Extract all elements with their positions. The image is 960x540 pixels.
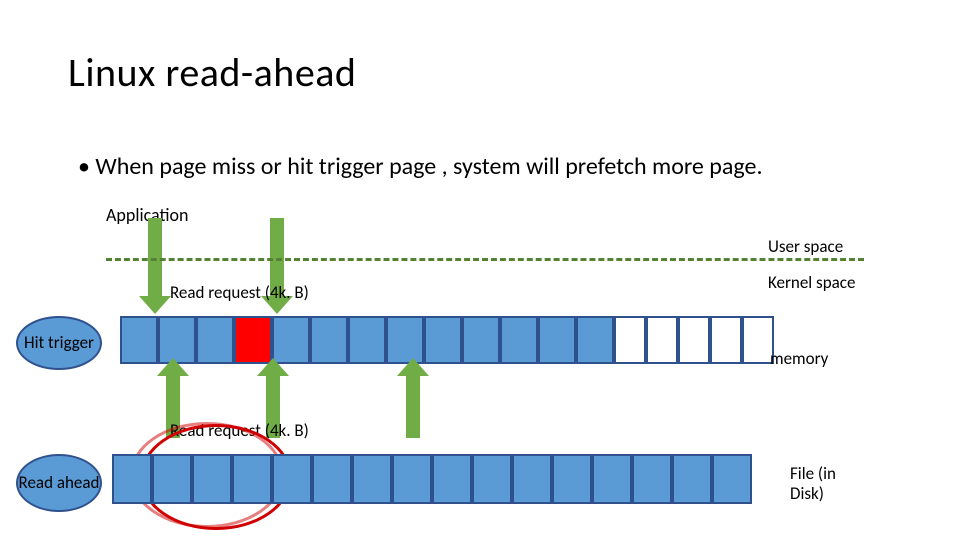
memory-cell bbox=[386, 316, 424, 364]
label-memory: memory bbox=[770, 348, 828, 369]
disk-cell bbox=[392, 454, 432, 504]
disk-cell bbox=[472, 454, 512, 504]
disk-cell bbox=[272, 454, 312, 504]
memory-cell bbox=[462, 316, 500, 364]
memory-cell bbox=[196, 316, 234, 364]
disk-cell bbox=[592, 454, 632, 504]
memory-cell bbox=[310, 316, 348, 364]
disk-cell bbox=[352, 454, 392, 504]
disk-cell bbox=[192, 454, 232, 504]
memory-cell bbox=[424, 316, 462, 364]
disk-cell bbox=[672, 454, 712, 504]
user-kernel-divider bbox=[106, 258, 864, 261]
memory-cell-empty bbox=[646, 316, 678, 364]
memory-cell bbox=[272, 316, 310, 364]
disk-cell bbox=[312, 454, 352, 504]
memory-cell bbox=[348, 316, 386, 364]
disk-cell bbox=[232, 454, 272, 504]
disk-cell bbox=[712, 454, 752, 504]
disk-cell bbox=[552, 454, 592, 504]
memory-cell-trigger bbox=[234, 316, 272, 364]
label-read-request-top: Read request (4k. B) bbox=[170, 282, 309, 303]
disk-cell bbox=[152, 454, 192, 504]
callout-read-ahead-text: Read ahead bbox=[19, 474, 100, 492]
bullet-point: When page miss or hit trigger page , sys… bbox=[78, 152, 763, 181]
memory-cell bbox=[538, 316, 576, 364]
disk-cell bbox=[512, 454, 552, 504]
memory-row bbox=[120, 316, 774, 364]
memory-cell-empty bbox=[678, 316, 710, 364]
disk-cell bbox=[432, 454, 472, 504]
arrow-disk-to-mem-3 bbox=[406, 374, 420, 438]
memory-cell bbox=[500, 316, 538, 364]
disk-cell bbox=[632, 454, 672, 504]
memory-cell bbox=[576, 316, 614, 364]
memory-cell bbox=[158, 316, 196, 364]
memory-cell-empty bbox=[614, 316, 646, 364]
label-kernel-space: Kernel space bbox=[768, 272, 855, 293]
memory-cell-empty bbox=[710, 316, 742, 364]
callout-hit-trigger: Hit trigger bbox=[16, 316, 102, 370]
memory-cell bbox=[120, 316, 158, 364]
callout-hit-trigger-text: Hit trigger bbox=[24, 334, 94, 352]
slide-title: Linux read-ahead bbox=[68, 48, 356, 97]
callout-read-ahead: Read ahead bbox=[16, 454, 102, 512]
label-user-space: User space bbox=[768, 236, 843, 257]
label-disk: File (in Disk) bbox=[790, 464, 860, 503]
disk-row bbox=[112, 454, 752, 502]
disk-cell bbox=[112, 454, 152, 504]
